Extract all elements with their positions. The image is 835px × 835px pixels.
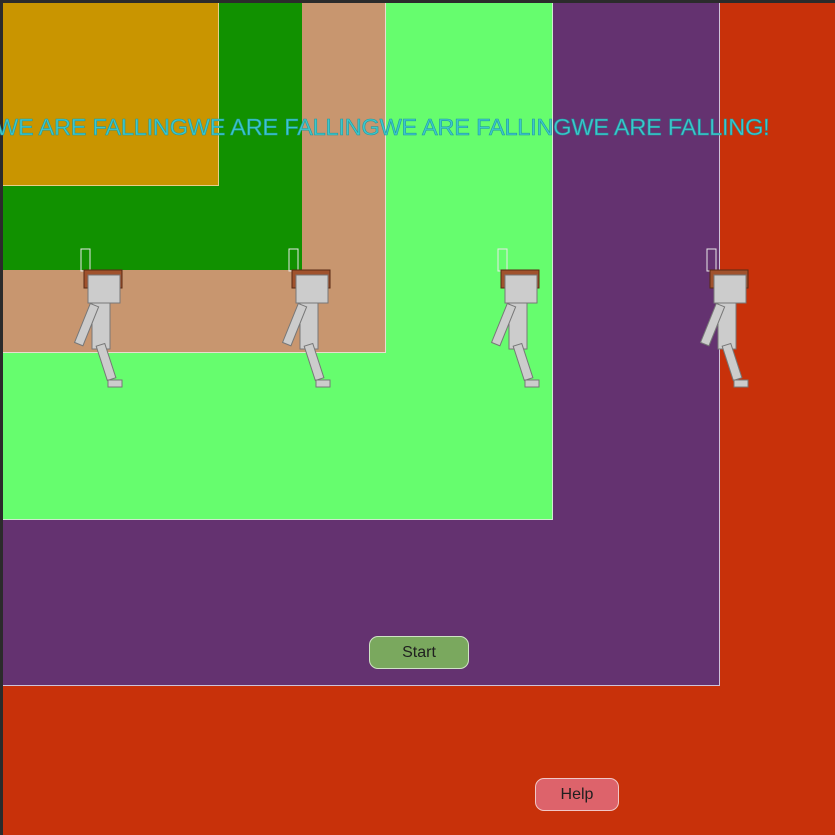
walking-figure-2 bbox=[281, 247, 346, 388]
figure-foot bbox=[107, 379, 123, 388]
background-layer-gold bbox=[3, 3, 219, 186]
game-stage: WE ARE FALLINGWE ARE FALLINGWE ARE FALLI… bbox=[0, 0, 835, 835]
figure-foot bbox=[315, 379, 331, 388]
figure-foot bbox=[733, 379, 749, 388]
walking-figure-4 bbox=[699, 247, 764, 388]
walking-figure-3 bbox=[490, 247, 555, 388]
figure-thought-outline bbox=[497, 248, 508, 272]
figure-thought-outline bbox=[80, 248, 91, 272]
walking-figure-1 bbox=[73, 247, 138, 388]
help-button[interactable]: Help bbox=[535, 778, 619, 811]
figure-head bbox=[713, 274, 747, 304]
figure-head bbox=[504, 274, 538, 304]
figure-thought-outline bbox=[706, 248, 717, 272]
scrolling-banner-text: WE ARE FALLINGWE ARE FALLINGWE ARE FALLI… bbox=[0, 114, 770, 141]
figure-leg bbox=[512, 342, 534, 382]
figure-foot bbox=[524, 379, 540, 388]
figure-leg bbox=[721, 342, 743, 382]
figure-thought-outline bbox=[288, 248, 299, 272]
figure-head bbox=[295, 274, 329, 304]
figure-leg bbox=[95, 342, 117, 382]
figure-head bbox=[87, 274, 121, 304]
start-button[interactable]: Start bbox=[369, 636, 469, 669]
figure-leg bbox=[303, 342, 325, 382]
